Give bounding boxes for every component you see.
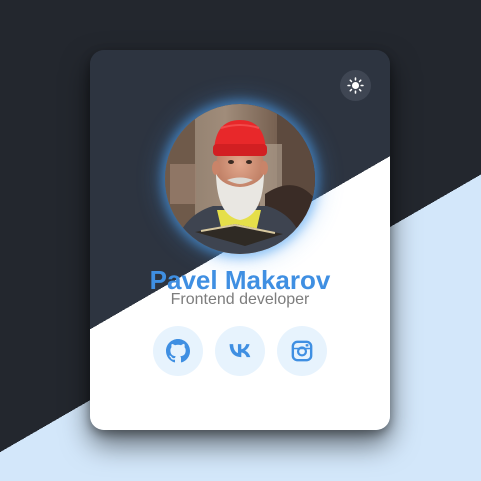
instagram-link[interactable] (277, 326, 327, 376)
page-background: Pavel Makarov Frontend developer (0, 0, 481, 481)
social-links (153, 326, 327, 376)
vk-link[interactable] (215, 326, 265, 376)
github-link[interactable] (153, 326, 203, 376)
github-icon (166, 339, 190, 363)
vk-icon (229, 344, 251, 358)
avatar-photo (165, 104, 315, 254)
sun-icon (347, 77, 364, 94)
instagram-icon (291, 340, 313, 362)
theme-toggle-button[interactable] (340, 70, 371, 101)
avatar (165, 104, 315, 254)
profile-role: Frontend developer (170, 291, 310, 308)
profile-card: Pavel Makarov Frontend developer (90, 50, 390, 430)
